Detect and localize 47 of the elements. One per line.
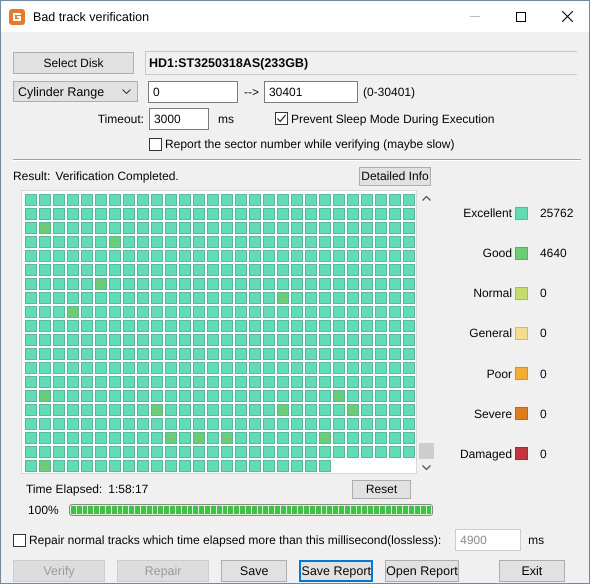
time-elapsed-value: 1:58:17 bbox=[108, 482, 148, 496]
unit-label: ms bbox=[528, 533, 544, 547]
disk-name-field: HD1:ST3250318AS(233GB) bbox=[145, 51, 577, 75]
app-logo-icon bbox=[9, 8, 25, 24]
legend-label: Severe bbox=[472, 406, 512, 421]
range-end-field[interactable]: 30401 bbox=[264, 80, 358, 102]
progress-percent: 100% bbox=[28, 503, 60, 517]
time-elapsed-label: Time Elapsed: bbox=[26, 482, 102, 496]
maximize-icon[interactable] bbox=[516, 12, 526, 22]
legend-label: Normal bbox=[472, 286, 512, 300]
result-label: Result: bbox=[13, 169, 50, 183]
action-button[interactable]: Exit bbox=[498, 560, 566, 582]
legend-count: 0 bbox=[540, 326, 547, 340]
scroll-down-icon[interactable] bbox=[422, 465, 431, 470]
result-status: Verification Completed. bbox=[55, 169, 179, 183]
unit-label: ms bbox=[218, 112, 235, 126]
legend-label: Excellent bbox=[462, 206, 512, 220]
chevron-down-icon bbox=[122, 89, 131, 94]
legend-count: 0 bbox=[540, 406, 547, 421]
legend-label: Poor bbox=[486, 366, 512, 381]
legend-count: 4640 bbox=[540, 246, 567, 260]
report-sector-checkbox[interactable]: Report the sector number while verifying (maybe slow) bbox=[149, 137, 454, 151]
action-button[interactable]: Save Report bbox=[299, 560, 374, 582]
timeout-field[interactable]: 3000 bbox=[149, 108, 209, 130]
legend-label: Good bbox=[482, 246, 512, 260]
detailed-info-button[interactable]: Detailed Info bbox=[359, 166, 431, 186]
legend-label: General bbox=[468, 326, 512, 340]
check-icon bbox=[276, 113, 287, 124]
action-button[interactable]: Save bbox=[221, 560, 288, 582]
window-title: Bad track verification bbox=[33, 10, 150, 24]
range-hint: (0-30401) bbox=[363, 84, 416, 98]
range-start-field[interactable]: 0 bbox=[148, 80, 238, 102]
close-icon[interactable] bbox=[562, 11, 573, 22]
legend-count: 25762 bbox=[540, 206, 574, 220]
range-mode-dropdown[interactable]: Cylinder Range bbox=[13, 81, 138, 102]
legend-count: 0 bbox=[540, 366, 547, 381]
prevent-sleep-checkbox[interactable]: Prevent Sleep Mode During Execution bbox=[275, 112, 494, 126]
legend-count: 0 bbox=[540, 446, 547, 461]
timeout-label: Timeout: bbox=[96, 112, 144, 126]
reset-button[interactable]: Reset bbox=[352, 480, 411, 498]
scroll-up-icon[interactable] bbox=[422, 196, 431, 201]
action-button[interactable]: Open Report bbox=[385, 560, 459, 582]
range-arrow: --> bbox=[244, 84, 259, 98]
scroll-thumb[interactable] bbox=[419, 443, 434, 459]
legend-label: Damaged bbox=[458, 446, 512, 461]
legend-count: 0 bbox=[540, 286, 547, 300]
select-disk-button[interactable]: Select Disk bbox=[13, 52, 134, 74]
